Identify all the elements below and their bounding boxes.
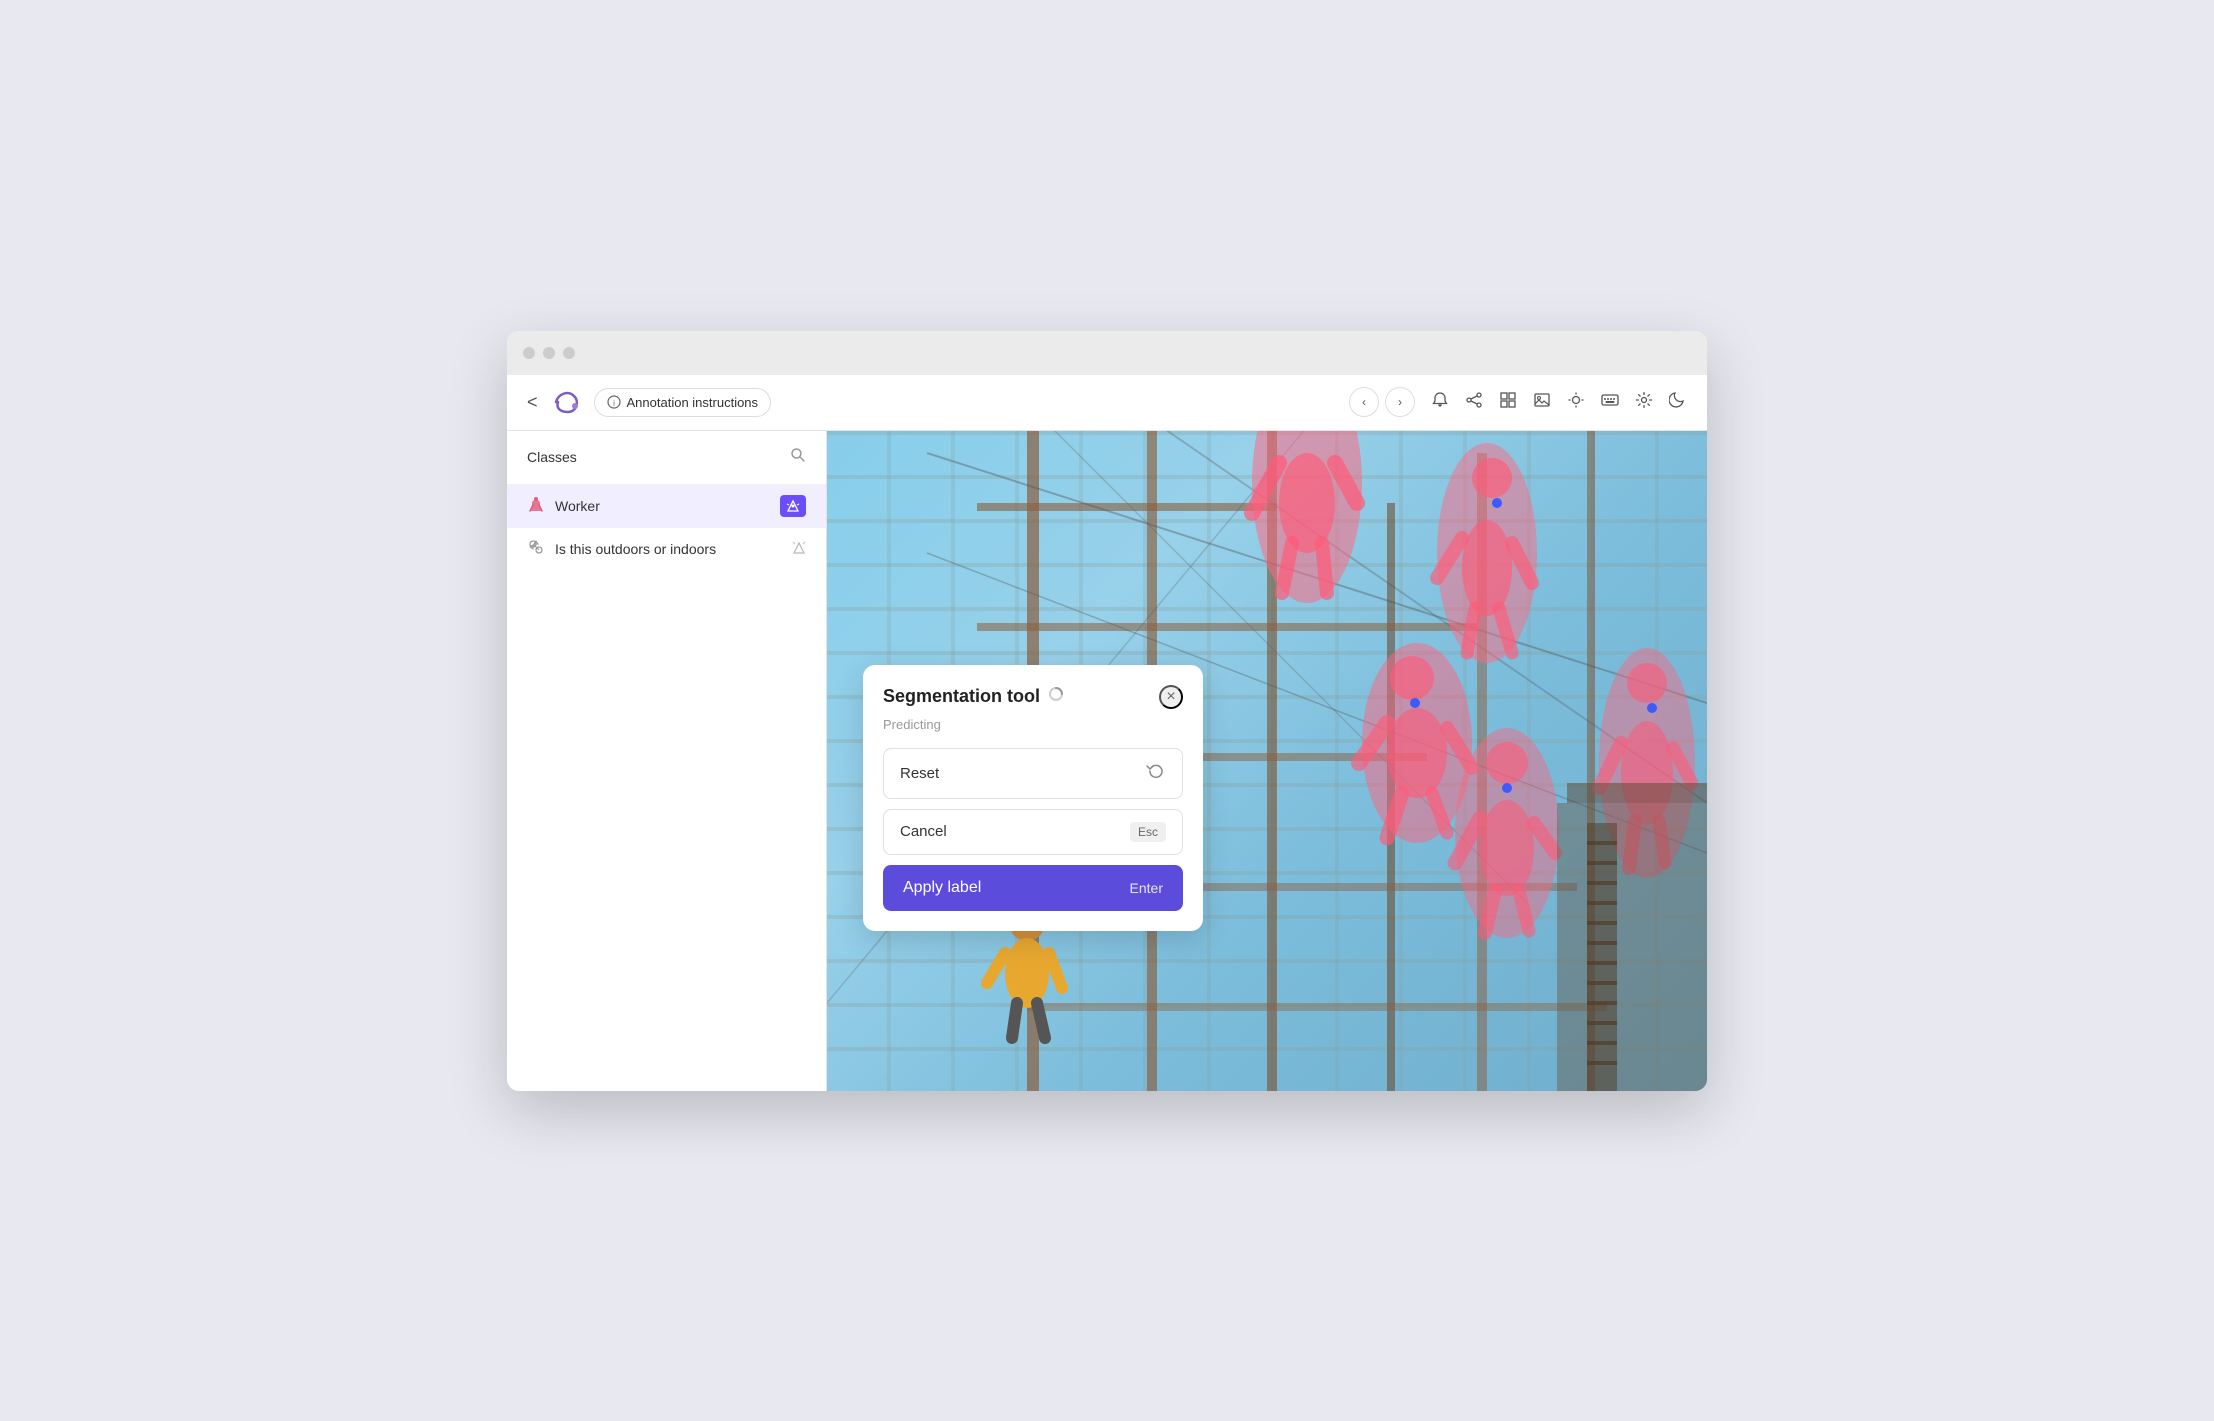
- browser-window: < i Annotation instructions: [507, 331, 1707, 1091]
- class-item-worker-left: Worker: [527, 495, 600, 518]
- settings-icon[interactable]: [1635, 391, 1653, 414]
- seg-reset-button[interactable]: Reset: [883, 748, 1183, 799]
- classes-title: Classes: [527, 449, 577, 465]
- seg-tool-title: Segmentation tool: [883, 686, 1040, 707]
- worker-class-name: Worker: [555, 498, 600, 514]
- info-icon: i: [607, 395, 621, 409]
- seg-reset-icon: [1146, 761, 1166, 786]
- class-item-worker[interactable]: Worker: [507, 485, 826, 528]
- search-icon[interactable]: [790, 447, 806, 468]
- nav-arrows: ‹ ›: [1349, 387, 1415, 417]
- seg-cancel-text: Cancel: [900, 823, 947, 840]
- toolbar-left: < i Annotation instructions: [527, 384, 771, 420]
- seg-apply-button[interactable]: Apply label Enter: [883, 865, 1183, 911]
- seg-loading-icon: [1048, 686, 1064, 707]
- seg-cancel-row[interactable]: Cancel Esc: [883, 809, 1183, 855]
- browser-content: < i Annotation instructions: [507, 375, 1707, 1091]
- toolbar-icons: [1431, 391, 1687, 414]
- seg-tool-title-row: Segmentation tool: [883, 686, 1064, 707]
- seg-tool-header: Segmentation tool ×: [883, 685, 1183, 709]
- nav-back-button[interactable]: <: [527, 392, 538, 413]
- traffic-light-green: [563, 347, 575, 359]
- nav-prev-button[interactable]: ‹: [1349, 387, 1379, 417]
- outdoors-class-icon: [527, 538, 545, 561]
- seg-predicting-text: Predicting: [883, 717, 1183, 732]
- sidebar-header: Classes: [507, 431, 826, 485]
- toolbar-right: ‹ ›: [1349, 387, 1687, 417]
- outdoors-class-name: Is this outdoors or indoors: [555, 541, 716, 557]
- toolbar: < i Annotation instructions: [507, 375, 1707, 431]
- brightness-icon[interactable]: [1567, 391, 1585, 414]
- nav-next-button[interactable]: ›: [1385, 387, 1415, 417]
- image-icon[interactable]: [1533, 391, 1551, 414]
- seg-enter-badge: Enter: [1130, 880, 1163, 896]
- canvas-area[interactable]: Segmentation tool × Predicting Reset: [827, 431, 1707, 1091]
- traffic-light-yellow: [543, 347, 555, 359]
- worker-tool-icon[interactable]: [780, 495, 806, 517]
- traffic-light-red: [523, 347, 535, 359]
- browser-titlebar: [507, 331, 1707, 375]
- grid-icon[interactable]: [1499, 391, 1517, 414]
- share-icon[interactable]: [1465, 391, 1483, 414]
- class-item-outdoors-left: Is this outdoors or indoors: [527, 538, 716, 561]
- bell-icon[interactable]: [1431, 391, 1449, 414]
- annotation-instructions-button[interactable]: i Annotation instructions: [594, 388, 772, 417]
- sidebar: Classes Worker: [507, 431, 827, 1091]
- seg-apply-text: Apply label: [903, 879, 981, 897]
- class-item-outdoors[interactable]: Is this outdoors or indoors: [507, 528, 826, 571]
- moon-icon[interactable]: [1669, 391, 1687, 414]
- keyboard-icon[interactable]: [1601, 391, 1619, 414]
- seg-close-button[interactable]: ×: [1159, 685, 1183, 709]
- outdoors-tool-icon[interactable]: [792, 541, 806, 558]
- logo-icon: [548, 384, 584, 420]
- main-layout: Classes Worker: [507, 431, 1707, 1091]
- seg-esc-badge: Esc: [1130, 822, 1166, 842]
- segmentation-tool-dialog: Segmentation tool × Predicting Reset: [863, 665, 1203, 931]
- svg-text:i: i: [613, 399, 615, 408]
- worker-class-icon: [527, 495, 545, 518]
